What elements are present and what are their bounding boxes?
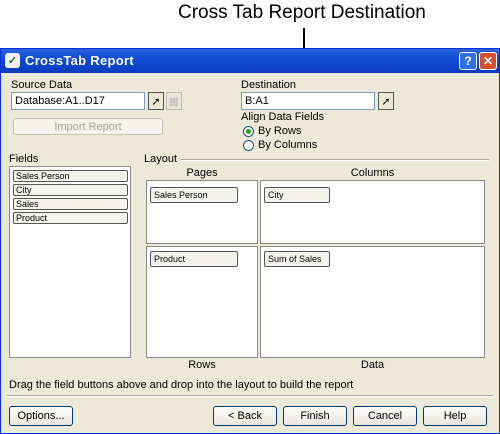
rows-label: Rows bbox=[188, 359, 216, 371]
columns-drop-area[interactable]: City bbox=[260, 180, 485, 244]
fields-label: Fields bbox=[9, 153, 39, 165]
destination-label: Destination bbox=[241, 79, 297, 91]
back-button[interactable]: < Back bbox=[213, 406, 277, 426]
field-sales[interactable]: Sales bbox=[13, 198, 128, 210]
field-city[interactable]: City bbox=[13, 184, 128, 196]
callout-text: Cross Tab Report Destination bbox=[178, 2, 426, 23]
finish-button[interactable]: Finish bbox=[283, 406, 347, 426]
pages-drop-area[interactable]: Sales Person bbox=[146, 180, 258, 244]
radio-button[interactable] bbox=[243, 139, 254, 151]
pages-label: Pages bbox=[186, 167, 218, 179]
title-bar[interactable]: ✓ CrossTab Report ? ✕ bbox=[1, 49, 499, 73]
layout-label: Layout bbox=[144, 153, 178, 165]
window-title: CrossTab Report bbox=[25, 53, 134, 68]
close-button[interactable]: ✕ bbox=[479, 52, 497, 70]
import-report-button[interactable]: Import Report bbox=[13, 118, 163, 135]
source-pick-button[interactable]: ➚ bbox=[148, 92, 164, 110]
range-icon: ▦ bbox=[168, 95, 180, 108]
radio-by-columns[interactable]: By Columns bbox=[243, 139, 317, 151]
radio-button[interactable] bbox=[243, 125, 254, 137]
source-data-label: Source Data bbox=[11, 79, 73, 91]
help-title-button[interactable]: ? bbox=[459, 52, 477, 70]
help-button[interactable]: Help bbox=[423, 406, 487, 426]
data-label: Data bbox=[360, 359, 385, 371]
rows-drop-area[interactable]: Product bbox=[146, 246, 258, 358]
columns-field-button[interactable]: City bbox=[264, 187, 330, 203]
source-data-input[interactable]: Database:A1..D17 bbox=[11, 92, 145, 110]
bottom-divider bbox=[7, 395, 493, 397]
layout-divider bbox=[181, 159, 489, 161]
field-product[interactable]: Product bbox=[13, 212, 128, 224]
source-range-button[interactable]: ▦ bbox=[166, 92, 182, 110]
radio-selected-dot bbox=[246, 128, 251, 134]
align-fields-label: Align Data Fields bbox=[241, 111, 325, 123]
field-sales-person[interactable]: Sales Person bbox=[13, 170, 128, 182]
destination-input[interactable]: B:A1 bbox=[241, 92, 375, 110]
crosstab-dialog: ✓ CrossTab Report ? ✕ Source Data Databa… bbox=[0, 48, 500, 434]
hint-text: Drag the field buttons above and drop in… bbox=[9, 379, 354, 391]
destination-pick-button[interactable]: ➚ bbox=[378, 92, 394, 110]
rows-field-button[interactable]: Product bbox=[150, 251, 238, 267]
fields-list: Sales Person City Sales Product bbox=[9, 166, 131, 358]
radio-by-rows[interactable]: By Rows bbox=[243, 125, 301, 137]
data-field-button[interactable]: Sum of Sales bbox=[264, 251, 330, 267]
radio-by-rows-label: By Rows bbox=[258, 125, 302, 137]
options-button[interactable]: Options... bbox=[9, 406, 73, 426]
pages-field-button[interactable]: Sales Person bbox=[150, 187, 238, 203]
columns-label: Columns bbox=[350, 167, 395, 179]
radio-by-columns-label: By Columns bbox=[258, 139, 318, 151]
cursor-arrow-icon: ➚ bbox=[151, 95, 161, 108]
cursor-arrow-icon: ➚ bbox=[381, 95, 391, 108]
crosstab-app-icon: ✓ bbox=[5, 53, 20, 68]
data-drop-area[interactable]: Sum of Sales bbox=[260, 246, 485, 358]
cancel-button[interactable]: Cancel bbox=[353, 406, 417, 426]
